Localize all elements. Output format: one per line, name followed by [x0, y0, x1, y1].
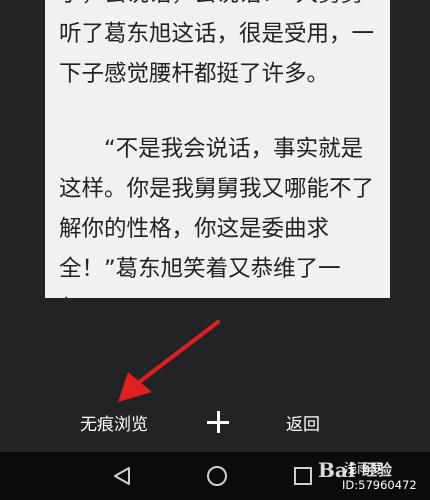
tab-preview-card[interactable]: 子，会说话，会说话！”大舅舅听了葛东旭这话，很是受用，一下子感觉腰杆都挺了许多。… [45, 0, 390, 298]
circle-home-icon[interactable] [201, 460, 233, 492]
watermark-user: 浅雨罗 [344, 462, 384, 477]
paragraph-1: 子，会说话，会说话！”大舅舅听了葛东旭这话，很是受用，一下子感觉腰杆都挺了许多。 [59, 0, 375, 87]
tab-switcher-toolbar: 无痕浏览 返回 [0, 396, 430, 448]
browser-stage: 子，会说话，会说话！”大舅舅听了葛东旭这话，很是受用，一下子感觉腰杆都挺了许多。… [0, 0, 430, 452]
watermark-id: ID:57960472 [342, 478, 417, 492]
paragraph-2: “不是我会说话，事实就是这样。你是我舅舅我又哪能不了解你的性格，你这是委曲求全！… [59, 136, 375, 298]
baidu-jingyan-watermark: Bai 经验 浅雨罗 ID:57960472 [300, 452, 430, 500]
plus-icon [207, 411, 229, 433]
new-tab-button[interactable] [196, 396, 240, 448]
incognito-button[interactable]: 无痕浏览 [66, 396, 162, 448]
back-button[interactable]: 返回 [276, 396, 330, 448]
triangle-back-icon[interactable] [106, 460, 138, 492]
article-text: 子，会说话，会说话！”大舅舅听了葛东旭这话，很是受用，一下子感觉腰杆都挺了许多。… [59, 0, 379, 298]
incognito-label: 无痕浏览 [80, 414, 148, 435]
back-label: 返回 [286, 414, 320, 435]
